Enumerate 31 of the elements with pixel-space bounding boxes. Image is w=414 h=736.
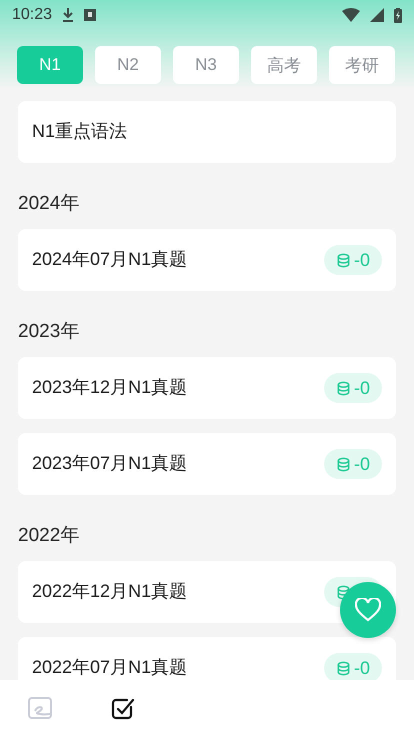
coin-stack-icon — [336, 252, 351, 268]
year-heading: 2022年 — [18, 524, 80, 548]
year-heading: 2023年 — [18, 320, 80, 344]
card-title: 2024年07月N1真题 — [32, 250, 188, 270]
heart-icon — [355, 598, 381, 622]
coin-stack-icon — [336, 456, 351, 472]
badge-count: -0 — [354, 454, 370, 474]
exam-card[interactable]: 2024年07月N1真题 -0 — [18, 229, 396, 291]
grammar-card[interactable]: N1重点语法 — [18, 101, 396, 163]
exam-card[interactable]: 2022年12月N1真题 — [18, 561, 396, 623]
badge-count: -0 — [354, 378, 370, 398]
exam-card[interactable]: 2022年07月N1真题 -0 — [18, 637, 396, 680]
exam-card[interactable]: 2023年07月N1真题 -0 — [18, 433, 396, 495]
wifi-icon — [342, 8, 360, 22]
coin-stack-icon — [336, 380, 351, 396]
badge-count: -0 — [354, 658, 370, 678]
badge-count: -0 — [354, 250, 370, 270]
status-time: 10:23 — [12, 6, 52, 24]
card-title: 2022年07月N1真题 — [32, 658, 188, 678]
coin-stack-icon — [336, 660, 351, 676]
signal-icon — [370, 8, 384, 22]
card-title: N1重点语法 — [32, 122, 128, 142]
battery-icon — [394, 8, 402, 22]
download-icon — [62, 8, 74, 22]
card-title: 2022年12月N1真题 — [32, 582, 188, 602]
keyboard-app-icon — [84, 9, 96, 21]
card-title: 2023年07月N1真题 — [32, 454, 188, 474]
card-title: 2023年12月N1真题 — [32, 378, 188, 398]
year-heading: 2024年 — [18, 192, 80, 216]
photo-frame-icon — [26, 694, 54, 722]
exam-card[interactable]: 2023年12月N1真题 -0 — [18, 357, 396, 419]
